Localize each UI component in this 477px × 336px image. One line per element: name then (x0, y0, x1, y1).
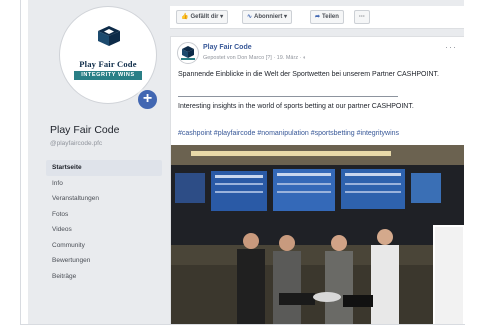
like-button[interactable]: 👍 Gefällt dir ▾ (176, 10, 229, 24)
post-photo[interactable] (171, 145, 464, 324)
thumbs-up-icon: 👍 (181, 14, 189, 20)
facebook-page-view: Play Fair Code INTEGRITY WINS + Play Fai… (28, 0, 464, 324)
post-author-name[interactable]: Play Fair Code (203, 44, 252, 51)
post-more-icon[interactable]: ··· (445, 42, 457, 52)
post-card: Play Fair Code Gepostet von Don Marco [?… (170, 36, 464, 324)
page-action-bar: 👍 Gefällt dir ▾ ∿ Abonniert ▾ ➦ Teilen ··· (170, 6, 464, 29)
post-hashtags[interactable]: #cashpoint #playfaircode #nomanipulation… (178, 129, 458, 138)
left-column: Play Fair Code INTEGRITY WINS + Play Fai… (28, 0, 162, 324)
nav-item-fotos[interactable]: Fotos (46, 207, 162, 223)
cube-logo-icon (181, 46, 195, 60)
follow-button[interactable]: ∿ Abonniert ▾ (242, 10, 293, 24)
cube-logo-icon (98, 26, 120, 46)
nav-item-bewertungen[interactable]: Bewertungen (46, 253, 162, 269)
post-photo-image (171, 145, 464, 324)
page-handle[interactable]: @playfaircode.pfc (50, 140, 102, 147)
share-button-label: Teilen (322, 14, 339, 20)
post-text-english: Interesting insights in the world of spo… (178, 103, 414, 110)
follow-button-label: Abonniert ▾ (254, 14, 288, 20)
text-divider (178, 96, 398, 97)
nav-item-beitraege[interactable]: Beiträge (46, 269, 162, 285)
nav-item-veranstaltungen[interactable]: Veranstaltungen (46, 191, 162, 207)
nav-item-startseite[interactable]: Startseite (46, 160, 162, 176)
logo-tagline: INTEGRITY WINS (74, 71, 142, 80)
post-text-german: Spannende Einblicke in die Welt der Spor… (178, 71, 439, 78)
nav-item-community[interactable]: Community (46, 238, 162, 254)
nav-item-info[interactable]: Info (46, 176, 162, 192)
more-options-button[interactable]: ··· (354, 10, 370, 24)
add-profile-photo-button[interactable]: + (136, 88, 159, 111)
logo-brand-text: Play Fair Code (79, 59, 137, 69)
page-nav: Startseite Info Veranstaltungen Fotos Vi… (46, 160, 162, 284)
window-border-left (20, 0, 21, 324)
post-meta: Gepostet von Don Marco [?] · 19. März · … (203, 55, 307, 61)
page-title[interactable]: Play Fair Code (50, 124, 119, 136)
main-column: 👍 Gefällt dir ▾ ∿ Abonniert ▾ ➦ Teilen ··· … (170, 0, 464, 324)
rss-icon: ∿ (247, 14, 253, 20)
share-button[interactable]: ➦ Teilen (310, 10, 344, 24)
like-button-label: Gefällt dir ▾ (190, 14, 224, 20)
window-border-bottom (20, 324, 465, 325)
share-arrow-icon: ➦ (315, 14, 321, 20)
nav-item-videos[interactable]: Videos (46, 222, 162, 238)
post-author-avatar[interactable] (177, 42, 199, 64)
